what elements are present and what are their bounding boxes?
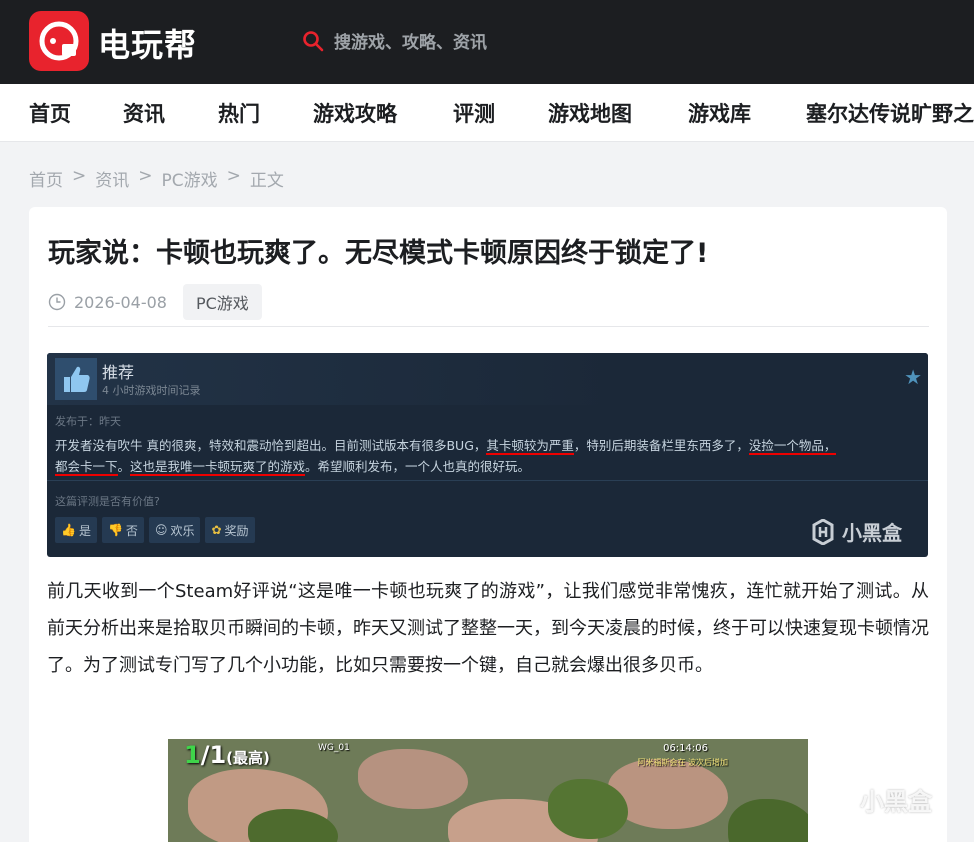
search-icon[interactable] [302, 30, 324, 52]
article-card: 玩家说：卡顿也玩爽了。无尽模式卡顿原因终于锁定了! 2026-04-08 PC游… [29, 207, 947, 842]
vote-label: 欢乐 [170, 523, 195, 538]
vote-yes-button: 👍 是 [55, 517, 97, 543]
nav-item-zelda[interactable]: 塞尔达传说旷野之 [806, 98, 974, 128]
review-verdict: 推荐 [102, 363, 135, 382]
grass-patch [728, 799, 808, 842]
game-timer: 06:14:06 [663, 743, 708, 754]
award-icon: ✿ [211, 523, 222, 537]
underlined-text: 其卡顿较为严重 [486, 438, 574, 455]
vote-buttons: 👍 是 👎 否 ☺ 欢乐 ✿ 奖励 [55, 517, 255, 543]
game-screenshot: 1/1(最高) WG_01 06:14:06 阿米福斯会在 波次后增加 [168, 739, 808, 842]
underlined-text: 没捡一个物品， [748, 438, 837, 455]
vote-label: 奖励 [224, 523, 249, 538]
breadcrumb-news[interactable]: 资讯 [95, 166, 129, 191]
review-hours: 4 小时游戏时间记录 [102, 384, 201, 397]
underlined-text: 都会卡一下 [55, 459, 118, 476]
search-input[interactable]: 搜游戏、攻略、资讯 [334, 28, 487, 53]
wave-total: /1 [200, 741, 227, 769]
site-logo-text[interactable]: 电玩帮 [98, 20, 197, 66]
review-posted: 发布于：昨天 [55, 415, 121, 428]
article-meta: 2026-04-08 PC游戏 [48, 284, 262, 320]
site-logo-icon[interactable] [29, 11, 89, 71]
breadcrumb-pc-games[interactable]: PC游戏 [162, 166, 218, 191]
breadcrumb-home[interactable]: 首页 [29, 166, 63, 191]
clock-icon [48, 293, 66, 311]
breadcrumb-separator: > [72, 166, 87, 186]
terrain-patch [358, 749, 468, 809]
divider [48, 326, 929, 327]
xiaoheihe-logo-icon [826, 784, 852, 815]
star-icon: ★ [904, 365, 922, 389]
article-title: 玩家说：卡顿也玩爽了。无尽模式卡顿原因终于锁定了! [48, 238, 709, 269]
review-text-part: 开发者没有吹牛 真的很爽，特效和震动恰到超出。目前测试版本有很多BUG， [55, 438, 487, 453]
vote-funny-button: ☺ 欢乐 [148, 517, 201, 543]
page-watermark-text: 小黑盒 [860, 788, 932, 816]
watermark-text: 小黑盒 [842, 521, 902, 545]
review-text: 开发者没有吹牛 真的很爽，特效和震动恰到超出。目前测试版本有很多BUG，其卡顿较… [55, 435, 921, 477]
game-player-tag: WG_01 [318, 743, 350, 753]
thumbs-up-icon [55, 358, 97, 400]
nav-item-library[interactable]: 游戏库 [688, 98, 751, 128]
helpful-question: 这篇评测是否有价值? [55, 495, 160, 508]
thumbs-up-icon: 👍 [61, 523, 76, 537]
vote-award-button: ✿ 奖励 [205, 517, 255, 543]
nav-item-home[interactable]: 首页 [29, 98, 71, 128]
smile-icon: ☺ [154, 523, 168, 537]
article-paragraph: 前几天收到一个Steam好评说“这是唯一卡顿也玩爽了的游戏”，让我们感觉非常愧疚… [47, 581, 929, 676]
steam-review-image: 推荐 4 小时游戏时间记录 ★ 发布于：昨天 开发者没有吹牛 真的很爽，特效和震… [47, 353, 928, 557]
review-text-part: ，特别后期装备栏里东西多了， [573, 438, 749, 453]
nav-item-guides[interactable]: 游戏攻略 [313, 98, 397, 128]
wave-counter: 1/1(最高) [184, 741, 270, 769]
nav-item-maps[interactable]: 游戏地图 [548, 98, 632, 128]
wave-current: 1 [184, 741, 201, 769]
xiaoheihe-watermark: 小黑盒 [810, 517, 902, 546]
nav-item-hot[interactable]: 热门 [218, 98, 260, 128]
main-nav: 首页 资讯 热门 游戏攻略 评测 游戏地图 游戏库 塞尔达传说旷野之 [0, 84, 974, 142]
breadcrumb-separator: > [226, 166, 241, 186]
xiaoheihe-logo-icon [812, 518, 834, 545]
nav-item-news[interactable]: 资讯 [123, 98, 165, 128]
wave-difficulty: (最高) [226, 749, 270, 767]
breadcrumb-current: 正文 [249, 171, 284, 191]
search-box[interactable]: 搜游戏、攻略、资讯 [302, 28, 487, 53]
vote-no-button: 👎 否 [101, 517, 144, 543]
vote-label: 是 [78, 523, 91, 538]
vote-label: 否 [125, 523, 138, 538]
review-text-part: 。 [117, 459, 131, 474]
review-text-part: 。希望顺利发布，一个人也真的很好玩。 [305, 459, 531, 474]
game-message: 阿米福斯会在 波次后增加 [637, 758, 728, 767]
article-date: 2026-04-08 [74, 292, 167, 312]
underlined-text: 这也是我唯一卡顿玩爽了的游戏 [130, 459, 306, 476]
thumbs-down-icon: 👎 [107, 523, 123, 537]
breadcrumb: 首页 > 资讯 > PC游戏 > 正文 [29, 166, 284, 191]
nav-item-reviews[interactable]: 评测 [453, 98, 495, 128]
review-divider [47, 480, 928, 481]
top-bar: 电玩帮 搜游戏、攻略、资讯 [0, 0, 974, 84]
article-tag[interactable]: PC游戏 [182, 284, 262, 320]
breadcrumb-separator: > [138, 166, 153, 186]
page-watermark: 小黑盒 [824, 782, 932, 817]
